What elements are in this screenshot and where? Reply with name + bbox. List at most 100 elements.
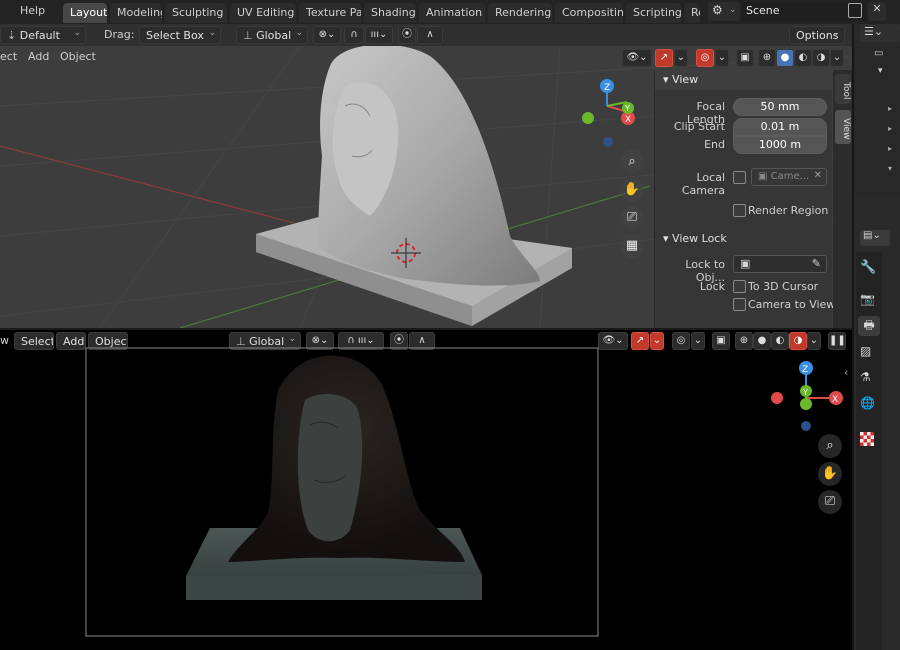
expand-arrow-icon[interactable]: ▾ bbox=[888, 164, 892, 173]
proportional-edit-icon[interactable]: ⦿ bbox=[398, 26, 416, 44]
transform-orientation-dropdown[interactable]: ⊥ Global ⌄ bbox=[236, 26, 308, 44]
collapse-triangle-icon: ▾ bbox=[663, 73, 673, 86]
shading-material-icon[interactable]: ◐ bbox=[794, 49, 812, 67]
menu-help[interactable]: Help bbox=[20, 4, 45, 17]
outliner-panel[interactable]: ▭ ▾ ▸ ▸ ▸ ▾ bbox=[854, 46, 900, 196]
gizmo-toggle-button[interactable]: ↗ bbox=[655, 49, 673, 67]
outliner-display-mode-button[interactable]: ☰⌄ bbox=[860, 24, 900, 42]
snap-target-button[interactable]: ııı⌄ bbox=[365, 26, 393, 44]
rendered-face bbox=[297, 394, 363, 542]
scene-selector-button[interactable]: ⚙ ⌄ bbox=[708, 2, 740, 21]
drag-dropdown[interactable]: Select Box ⌄ bbox=[139, 26, 221, 44]
world-tab-icon[interactable]: 🌐 bbox=[860, 396, 875, 410]
camera-to-view-checkbox[interactable] bbox=[733, 298, 746, 311]
render-tab-icon[interactable]: 📷 bbox=[860, 292, 875, 306]
drag-value: Select Box bbox=[146, 29, 204, 42]
chevron-down-icon: ⌄ bbox=[717, 52, 727, 63]
perspective-grid-icon[interactable]: ▦ bbox=[620, 234, 644, 258]
scene-tab-icon[interactable]: ⚗ bbox=[860, 370, 871, 384]
menu-add[interactable]: Add bbox=[28, 50, 49, 63]
scene-collection-icon: ▭ bbox=[874, 48, 884, 59]
pivot-icon: ⊗⌄ bbox=[318, 29, 336, 40]
pan-hand-icon[interactable]: ✋ bbox=[818, 462, 842, 486]
tab-modeling[interactable]: Modeling bbox=[110, 3, 162, 23]
tab-scripting[interactable]: Scripting bbox=[626, 3, 681, 23]
tab-texture-paint[interactable]: Texture Paint bbox=[299, 3, 361, 23]
snap-icon[interactable]: ∩ bbox=[344, 26, 364, 44]
lock-to-object-field[interactable]: ▣ ✎ bbox=[733, 255, 827, 273]
pan-hand-icon[interactable]: ✋ bbox=[620, 178, 644, 202]
tab-view[interactable]: View bbox=[835, 110, 851, 144]
camera-view-icon[interactable]: ⎚ bbox=[818, 490, 842, 514]
tab-tool[interactable]: Tool bbox=[835, 74, 851, 104]
clip-end-field[interactable]: 1000 m bbox=[733, 136, 827, 154]
local-camera-field[interactable]: ▣ Came... ✕ bbox=[751, 168, 827, 186]
menu-select[interactable]: ect bbox=[0, 50, 17, 63]
output-tab-icon[interactable]: 🖶 bbox=[858, 316, 880, 336]
expand-arrow-icon[interactable]: ▸ bbox=[888, 124, 892, 133]
overlays-toggle-button[interactable]: ◎ bbox=[696, 49, 714, 67]
to-3d-cursor-checkbox[interactable] bbox=[733, 280, 746, 293]
view-section-header[interactable]: ▾ View bbox=[655, 70, 832, 90]
orientation-dropdown[interactable]: ⇣ Default ⌄ bbox=[0, 26, 86, 44]
delete-scene-icon[interactable]: ✕ bbox=[868, 2, 886, 21]
tab-uv-editing[interactable]: UV Editing bbox=[230, 3, 296, 23]
visibility-button[interactable]: 👁⌄ bbox=[622, 49, 652, 67]
gizmo-z-label: Z bbox=[802, 365, 808, 375]
eyedropper-icon[interactable]: ✎ bbox=[812, 257, 821, 270]
gizmo-icon: ↗ bbox=[659, 52, 669, 63]
tab-sculpting[interactable]: Sculpting bbox=[165, 3, 227, 23]
gizmo-dropdown[interactable]: ⌄ bbox=[674, 49, 688, 67]
shading-solid-icon[interactable]: ● bbox=[776, 49, 794, 67]
new-scene-icon[interactable] bbox=[848, 3, 862, 18]
texture-tab-icon[interactable] bbox=[860, 432, 874, 446]
tab-re[interactable]: Re bbox=[684, 3, 700, 23]
menu-object[interactable]: Object bbox=[60, 50, 96, 63]
chevron-down-icon: ⌄ bbox=[832, 52, 842, 63]
view-lock-section-header[interactable]: ▾ View Lock bbox=[663, 232, 727, 245]
orientation-icon: ⇣ bbox=[7, 29, 20, 42]
lock-label: Lock bbox=[699, 280, 725, 293]
tab-compositing[interactable]: Compositing bbox=[555, 3, 623, 23]
shading-rendered-icon[interactable]: ◑ bbox=[812, 49, 830, 67]
xray-toggle-icon[interactable]: ▣ bbox=[736, 49, 754, 67]
zoom-icon[interactable]: ⌕ bbox=[818, 434, 842, 458]
expand-arrow-icon[interactable]: ▸ bbox=[888, 104, 892, 113]
viewport-rendered[interactable]: w Select Add Object ⊥ Global ⌄ ⊗⌄ ∩ ııı⌄ … bbox=[0, 330, 852, 650]
tool-header: ⇣ Default ⌄ Drag: Select Box ⌄ ⊥ Global ⌄ ⊗… bbox=[0, 24, 852, 46]
scene-icon: ⚙ bbox=[712, 3, 723, 17]
properties-editor-type-button[interactable]: ▤⌄ bbox=[860, 230, 890, 246]
sidebar-view-panel: ▾ View Focal Length 50 mm Clip Start 0.0… bbox=[654, 70, 835, 328]
tab-shading[interactable]: Shading bbox=[364, 3, 416, 23]
local-camera-checkbox[interactable] bbox=[733, 171, 746, 184]
expand-arrow-icon[interactable]: ▸ bbox=[888, 144, 892, 153]
overlays-dropdown[interactable]: ⌄ bbox=[715, 49, 729, 67]
tab-animation[interactable]: Animation bbox=[419, 3, 485, 23]
pivot-point-button[interactable]: ⊗⌄ bbox=[313, 26, 341, 44]
expand-arrow-icon[interactable]: ▾ bbox=[878, 66, 883, 76]
falloff-icon[interactable]: ∧ bbox=[417, 26, 443, 44]
chevron-down-icon: ⌄ bbox=[208, 28, 216, 38]
tool-tab-icon[interactable]: 🔧 bbox=[860, 260, 876, 275]
shading-wireframe-icon[interactable]: ⊕ bbox=[758, 49, 776, 67]
view-section-title: View bbox=[672, 73, 699, 86]
render-region-checkbox[interactable] bbox=[733, 204, 746, 217]
tab-rendering[interactable]: Rendering bbox=[488, 3, 552, 23]
orientation-axes-icon: ⊥ bbox=[243, 29, 257, 42]
local-camera-label: Local Camera bbox=[681, 171, 725, 197]
gizmo-z-label: Z bbox=[604, 83, 610, 93]
chevron-down-icon: ⌄ bbox=[832, 28, 840, 38]
options-dropdown[interactable]: Options ⌄ bbox=[789, 26, 845, 44]
view-layer-tab-icon[interactable]: ▨ bbox=[860, 344, 871, 358]
tab-layout[interactable]: Layout bbox=[63, 3, 107, 23]
focal-length-field[interactable]: 50 mm bbox=[733, 98, 827, 116]
top-menu-bar: Help LayoutModelingSculptingUV EditingTe… bbox=[0, 0, 900, 24]
clip-start-field[interactable]: 0.01 m bbox=[733, 118, 827, 136]
camera-view-icon[interactable]: ⎚ bbox=[620, 206, 644, 230]
collapse-sidebar-chevron-icon[interactable]: ‹ bbox=[844, 366, 848, 379]
chevron-down-icon: ⌄ bbox=[73, 28, 81, 38]
zoom-icon[interactable]: ⌕ bbox=[620, 150, 644, 174]
chevron-down-icon: ⌄ bbox=[295, 28, 303, 38]
shading-dropdown[interactable]: ⌄ bbox=[830, 49, 844, 67]
transform-orientation-value: Global bbox=[256, 29, 292, 42]
